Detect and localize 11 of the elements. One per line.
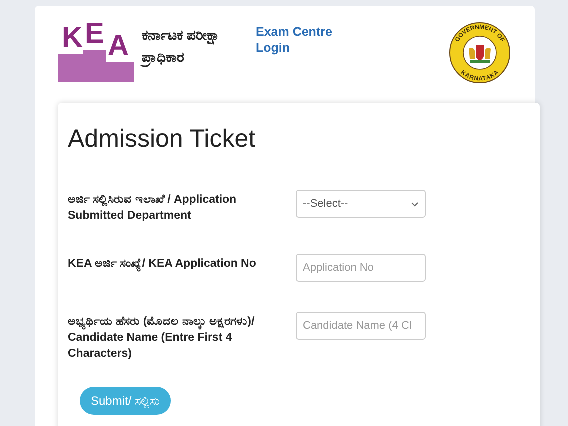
input-field[interactable]: Application No xyxy=(296,254,426,282)
field-label: ಅಭ್ಯರ್ಥಿಯ ಹೆಸರು (ಮೊದಲ ನಾಲ್ಕು ಅಕ್ಷರಗಳು)/ Candidate Name (Entre First 4 Characters) xyxy=(68,315,256,362)
department-select[interactable]: --Select-- xyxy=(296,190,426,218)
login-link[interactable]: Exam Centre Login xyxy=(256,24,342,56)
logo: KEA xyxy=(58,20,134,82)
organisation-title: ಕರ್ನಾಟಕ ಪರೀಕ್ಷಾ ಪ್ರಾಧಿಕಾರ xyxy=(142,24,254,68)
input-field[interactable]: Candidate Name (4 Cl xyxy=(296,312,426,340)
field-label: ಅರ್ಜಿ ಸಲ್ಲಿಸಿರುವ ಇಲಾಖೆ / Application Submitted Department xyxy=(68,193,238,224)
field-label: KEA ಅರ್ಜಿ ಸಂಖ್ಯೆ/ KEA Application No xyxy=(68,257,258,272)
caret-icon xyxy=(411,202,419,206)
page-title: Admission Ticket xyxy=(68,125,257,154)
